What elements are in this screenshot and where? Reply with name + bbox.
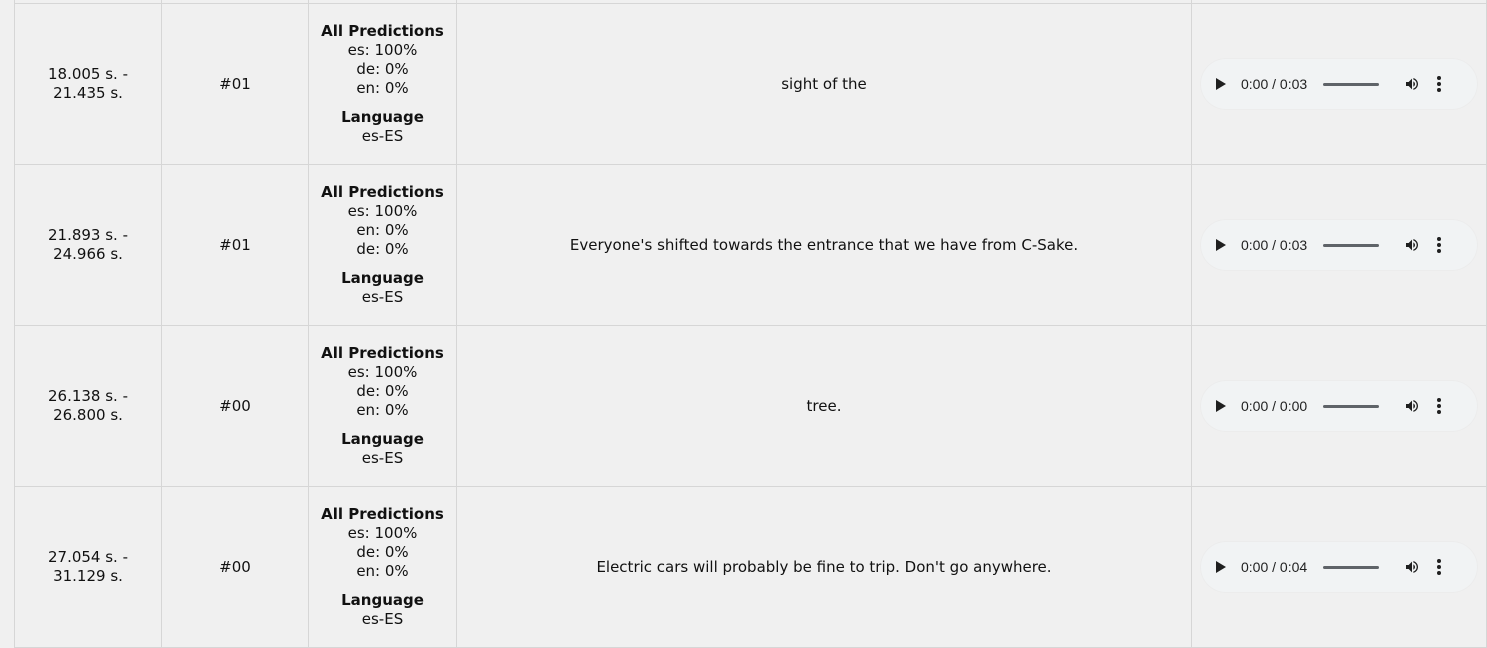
time-range-cell: 18.005 s. - 21.435 s.	[14, 3, 162, 165]
predictions-cell: All Predictions es: 100% de: 0% en: 0% Lan…	[308, 325, 457, 487]
predictions-cell: All Predictions es: 100% de: 0% en: 0% Lan…	[308, 486, 457, 648]
audio-time: 0:00 / 0:00	[1241, 397, 1308, 414]
audio-player[interactable]: 0:00 / 0:00	[1200, 380, 1478, 432]
prediction-item: en: 0%	[356, 79, 409, 97]
transcript-text-cell: Everyone's shifted towards the entrance …	[456, 164, 1192, 326]
audio-cell: 0:00 / 0:03	[1191, 3, 1487, 165]
language-value: es-ES	[361, 288, 404, 306]
volume-icon[interactable]	[1403, 398, 1421, 414]
prediction-item: en: 0%	[356, 562, 409, 580]
seek-slider[interactable]	[1323, 404, 1380, 408]
transcript-text-cell: sight of the	[456, 3, 1192, 165]
language-value: es-ES	[361, 127, 404, 145]
transcript-text-cell: tree.	[456, 325, 1192, 487]
time-range: 21.893 s. - 24.966 s.	[47, 226, 129, 263]
time-range: 27.054 s. - 31.129 s.	[47, 548, 129, 585]
transcript-table-container: 18.005 s. - 21.435 s. #01 All Prediction…	[14, 0, 1487, 648]
audio-player[interactable]: 0:00 / 0:04	[1200, 541, 1478, 593]
table-row: 21.893 s. - 24.966 s. #01 All Prediction…	[14, 164, 1487, 326]
play-icon[interactable]	[1216, 561, 1226, 573]
language-title: Language	[341, 591, 424, 609]
speaker-id: #01	[219, 235, 251, 254]
prediction-item: de: 0%	[356, 60, 409, 78]
transcript-text: sight of the	[781, 74, 867, 93]
prediction-item: es: 100%	[347, 524, 418, 542]
table-row: 26.138 s. - 26.800 s. #00 All Prediction…	[14, 325, 1487, 487]
speaker-cell: #01	[161, 164, 309, 326]
audio-cell: 0:00 / 0:03	[1191, 164, 1487, 326]
transcript-text: Everyone's shifted towards the entrance …	[569, 235, 1079, 254]
volume-icon[interactable]	[1403, 559, 1421, 575]
time-range: 26.138 s. - 26.800 s.	[47, 387, 129, 424]
table-row: 27.054 s. - 31.129 s. #00 All Prediction…	[14, 486, 1487, 648]
prediction-item: de: 0%	[356, 240, 409, 258]
audio-cell: 0:00 / 0:00	[1191, 325, 1487, 487]
play-icon[interactable]	[1216, 400, 1226, 412]
language-title: Language	[341, 430, 424, 448]
audio-player[interactable]: 0:00 / 0:03	[1200, 219, 1478, 271]
more-vert-icon[interactable]	[1437, 237, 1442, 253]
prediction-item: en: 0%	[356, 221, 409, 239]
transcript-text-cell: Electric cars will probably be fine to t…	[456, 486, 1192, 648]
audio-time: 0:00 / 0:03	[1241, 75, 1308, 92]
predictions-cell: All Predictions es: 100% en: 0% de: 0% Lan…	[308, 164, 457, 326]
audio-time: 0:00 / 0:04	[1241, 558, 1308, 575]
transcript-text: tree.	[806, 396, 842, 415]
seek-slider[interactable]	[1323, 243, 1380, 247]
speaker-id: #00	[219, 557, 251, 576]
time-range-cell: 26.138 s. - 26.800 s.	[14, 325, 162, 487]
speaker-cell: #00	[161, 325, 309, 487]
prediction-item: es: 100%	[347, 363, 418, 381]
predictions-list: es: 100% de: 0% en: 0%	[317, 524, 448, 581]
prediction-item: en: 0%	[356, 401, 409, 419]
more-vert-icon[interactable]	[1437, 76, 1442, 92]
speaker-id: #01	[219, 74, 251, 93]
predictions-list: es: 100% de: 0% en: 0%	[317, 363, 448, 420]
speaker-id: #00	[219, 396, 251, 415]
prediction-item: de: 0%	[356, 382, 409, 400]
audio-cell: 0:00 / 0:04	[1191, 486, 1487, 648]
transcript-text: Electric cars will probably be fine to t…	[596, 557, 1052, 576]
time-range-cell: 21.893 s. - 24.966 s.	[14, 164, 162, 326]
more-vert-icon[interactable]	[1437, 559, 1442, 575]
language-value: es-ES	[361, 610, 404, 628]
audio-time: 0:00 / 0:03	[1241, 236, 1308, 253]
predictions-list: es: 100% en: 0% de: 0%	[317, 202, 448, 259]
predictions-list: es: 100% de: 0% en: 0%	[317, 41, 448, 98]
prediction-item: es: 100%	[347, 41, 418, 59]
language-title: Language	[341, 269, 424, 287]
more-vert-icon[interactable]	[1437, 398, 1442, 414]
volume-icon[interactable]	[1403, 237, 1421, 253]
seek-slider[interactable]	[1323, 565, 1380, 569]
time-range: 18.005 s. - 21.435 s.	[47, 65, 129, 102]
time-range-cell: 27.054 s. - 31.129 s.	[14, 486, 162, 648]
predictions-title: All Predictions	[321, 344, 444, 362]
predictions-cell: All Predictions es: 100% de: 0% en: 0% Lan…	[308, 3, 457, 165]
prediction-item: de: 0%	[356, 543, 409, 561]
speaker-cell: #01	[161, 3, 309, 165]
predictions-title: All Predictions	[321, 183, 444, 201]
predictions-title: All Predictions	[321, 22, 444, 40]
table-row: 18.005 s. - 21.435 s. #01 All Prediction…	[14, 3, 1487, 165]
predictions-title: All Predictions	[321, 505, 444, 523]
play-icon[interactable]	[1216, 78, 1226, 90]
language-title: Language	[341, 108, 424, 126]
volume-icon[interactable]	[1403, 76, 1421, 92]
prediction-item: es: 100%	[347, 202, 418, 220]
speaker-cell: #00	[161, 486, 309, 648]
audio-player[interactable]: 0:00 / 0:03	[1200, 58, 1478, 110]
transcript-table: 18.005 s. - 21.435 s. #01 All Prediction…	[14, 0, 1487, 648]
seek-slider[interactable]	[1323, 82, 1380, 86]
language-value: es-ES	[361, 449, 404, 467]
play-icon[interactable]	[1216, 239, 1226, 251]
